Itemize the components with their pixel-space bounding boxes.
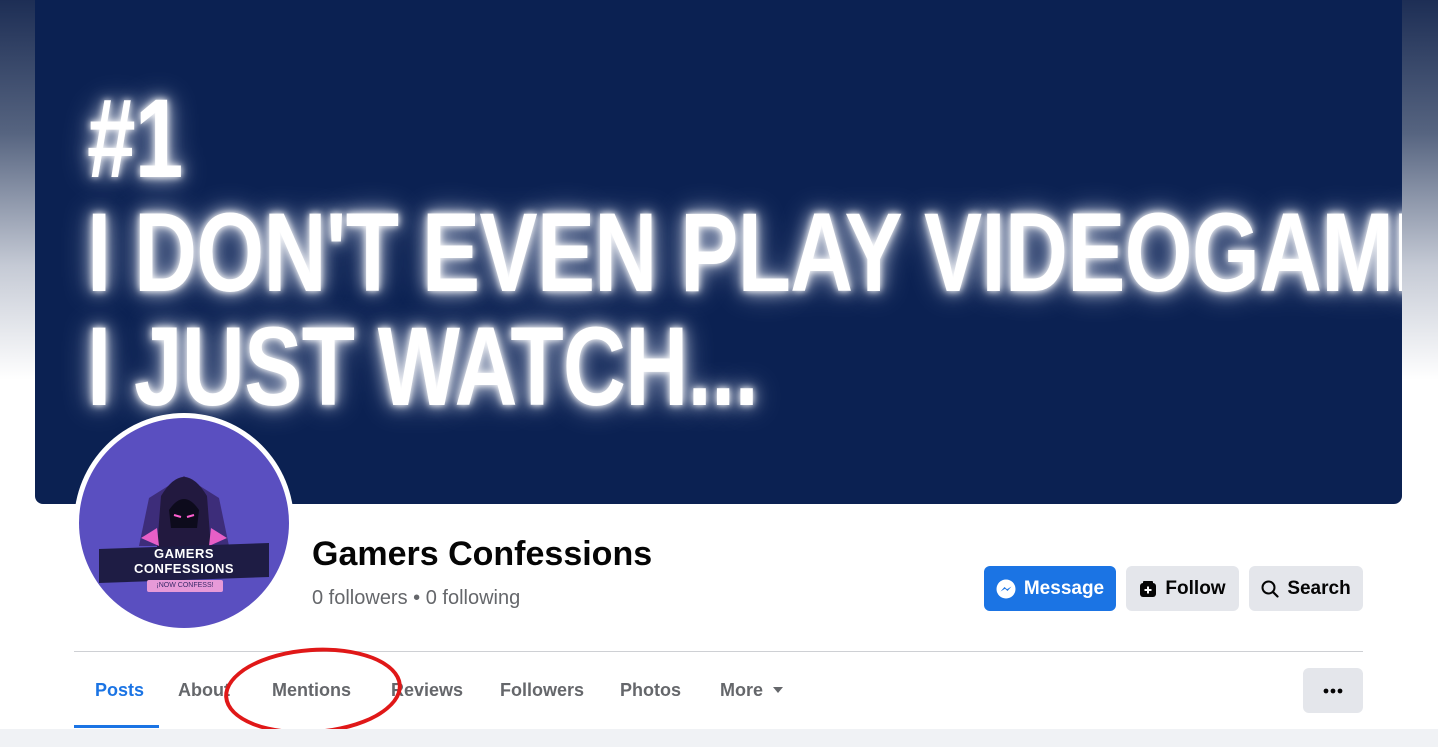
- profile-divider: [74, 651, 1363, 652]
- logo-line-gamers: GAMERS: [153, 546, 215, 561]
- message-button[interactable]: Message: [984, 566, 1116, 611]
- tab-label: More: [720, 679, 764, 700]
- active-tab-indicator: [74, 725, 159, 728]
- page-background-strip: [0, 729, 1438, 747]
- tab-label: Reviews: [391, 679, 464, 700]
- logo-tagline: ¡NOW CONFESS!: [147, 580, 223, 592]
- tab-label: Mentions: [272, 679, 351, 700]
- search-button[interactable]: Search: [1249, 566, 1363, 611]
- cover-line: I DON'T EVEN PLAY VIDEOGAMES,: [87, 190, 1402, 315]
- tab-label: About: [178, 679, 230, 700]
- cover-line: I JUST WATCH...: [87, 304, 759, 429]
- tab-about[interactable]: About: [178, 652, 230, 728]
- hooded-figure-logo: [139, 476, 229, 548]
- tab-posts[interactable]: Posts: [95, 652, 144, 728]
- message-label: Message: [1023, 577, 1105, 599]
- ellipsis-icon: [1323, 688, 1343, 693]
- profile-picture[interactable]: GAMERS CONFESSIONS ¡NOW CONFESS!: [74, 413, 294, 633]
- follow-icon: [1140, 580, 1157, 597]
- follower-stats[interactable]: 0 followers • 0 following: [312, 587, 520, 610]
- page-title: Gamers Confessions: [312, 535, 653, 573]
- tab-reviews[interactable]: Reviews: [391, 652, 463, 728]
- cover-text: #1 I DON'T EVEN PLAY VIDEOGAMES, I JUST …: [87, 82, 1402, 424]
- messenger-icon: [996, 579, 1016, 598]
- tab-followers[interactable]: Followers: [500, 652, 584, 728]
- more-options-button[interactable]: [1303, 668, 1363, 713]
- avatar: GAMERS CONFESSIONS ¡NOW CONFESS!: [79, 418, 289, 628]
- tab-photos[interactable]: Photos: [620, 652, 681, 728]
- search-icon: [1261, 580, 1279, 598]
- follow-label: Follow: [1165, 577, 1226, 599]
- tab-label: Posts: [95, 679, 145, 700]
- tab-mentions[interactable]: Mentions: [272, 652, 351, 728]
- cover-line: #1: [87, 76, 183, 201]
- caret-down-icon: [773, 687, 784, 693]
- tab-label: Photos: [620, 679, 681, 700]
- follow-button[interactable]: Follow: [1126, 566, 1239, 611]
- tab-more[interactable]: More: [720, 652, 785, 728]
- search-label: Search: [1287, 577, 1351, 599]
- tab-label: Followers: [500, 679, 585, 700]
- logo-line-confessions: CONFESSIONS: [133, 561, 235, 576]
